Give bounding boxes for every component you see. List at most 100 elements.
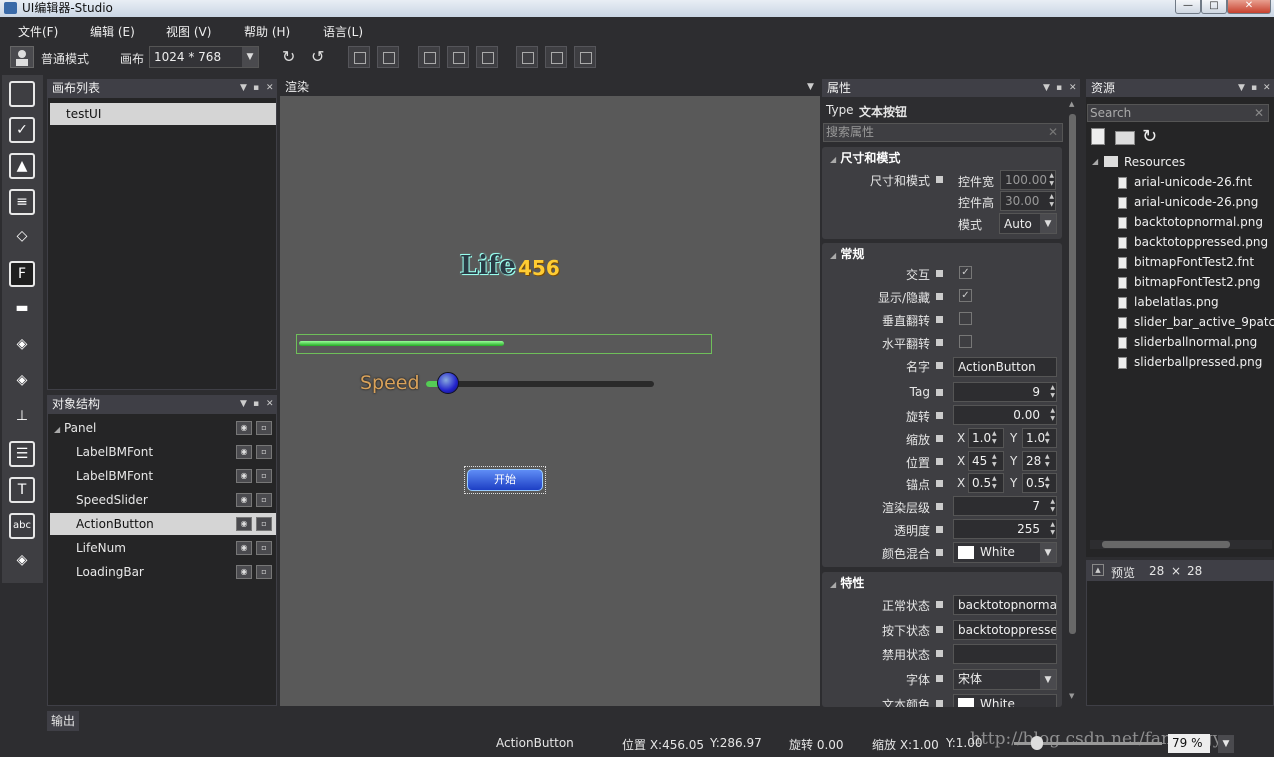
general-group-title[interactable]: ◢ 常规 xyxy=(830,245,864,262)
bmfont-widget-icon[interactable]: F xyxy=(9,261,35,287)
pin-icon[interactable] xyxy=(936,389,943,396)
lock-icon[interactable]: ▫ xyxy=(256,517,272,531)
tag-field[interactable]: 9 ▲ ▼ xyxy=(953,382,1057,402)
feature-group-title[interactable]: ◢ 特性 xyxy=(830,574,864,591)
menu-file[interactable]: 文件(F) xyxy=(18,23,58,40)
collapse-icon[interactable]: ▲ xyxy=(1092,564,1104,576)
action-button[interactable]: 开始 xyxy=(467,469,543,491)
name-field[interactable]: ActionButton xyxy=(953,357,1057,377)
close-window-button[interactable]: ✕ xyxy=(1227,0,1271,14)
close-icon[interactable]: ✕ xyxy=(1263,79,1271,97)
tag-widget-icon[interactable]: ◇ xyxy=(9,225,35,251)
pressed-state-field[interactable]: backtotoppressed xyxy=(953,620,1057,640)
lock-icon[interactable]: ▫ xyxy=(256,445,272,459)
scale-x-field[interactable]: 1.0 ▲ ▼ xyxy=(968,428,1004,448)
lock-icon[interactable]: ▫ xyxy=(256,493,272,507)
pin-icon[interactable] xyxy=(936,293,943,300)
anchor-x-field[interactable]: 0.5 ▲ ▼ xyxy=(968,473,1004,493)
life-label[interactable]: Life xyxy=(460,251,516,281)
visibility-eye-icon[interactable]: ◉ xyxy=(236,565,252,579)
tree-root[interactable]: ◢ Panel ◉ ▫ xyxy=(54,417,274,439)
scrollbar-thumb[interactable] xyxy=(1069,114,1076,634)
visibility-eye-icon[interactable]: ◉ xyxy=(236,445,252,459)
align-hcenter-icon[interactable] xyxy=(545,46,567,68)
tree-item-selected[interactable]: ActionButton ◉ ▫ xyxy=(50,513,276,535)
pin-icon[interactable] xyxy=(936,316,943,323)
panel-menu-icon[interactable]: ▼ xyxy=(1238,79,1245,97)
menu-language[interactable]: 语言(L) xyxy=(323,23,363,40)
pos-y-field[interactable]: 28 ▲ ▼ xyxy=(1022,451,1057,471)
pin-icon[interactable] xyxy=(936,503,943,510)
pageview-widget-icon[interactable]: ◈ xyxy=(9,549,35,575)
blend-color-select[interactable]: White ▼ xyxy=(953,542,1057,563)
refresh-icon[interactable]: ↻ xyxy=(1142,126,1157,147)
speed-slider-track[interactable] xyxy=(426,381,654,387)
pin-icon[interactable] xyxy=(936,700,943,707)
slider-widget-icon[interactable]: ⊥ xyxy=(9,405,35,431)
lock-icon[interactable]: ▫ xyxy=(256,565,272,579)
align-right-icon[interactable] xyxy=(574,46,596,68)
close-icon[interactable]: ✕ xyxy=(266,395,274,413)
pin-icon[interactable] xyxy=(936,458,943,465)
disabled-state-field[interactable] xyxy=(953,644,1057,664)
resource-file[interactable]: sliderballpressed.png xyxy=(1118,355,1262,369)
textfield-widget-icon[interactable]: abc xyxy=(9,513,35,539)
normal-state-field[interactable]: backtotopnormal xyxy=(953,595,1057,615)
pin-icon[interactable] xyxy=(936,601,943,608)
scroll-up-icon[interactable]: ▲ xyxy=(1069,100,1076,110)
pin-icon[interactable] xyxy=(936,626,943,633)
rotate-ccw-icon[interactable]: ↺ xyxy=(311,47,329,66)
chevron-down-icon[interactable]: ▼ xyxy=(1218,735,1234,753)
scroll-down-icon[interactable]: ▼ xyxy=(1069,692,1076,702)
tree-item[interactable]: SpeedSlider ◉ ▫ xyxy=(50,489,276,511)
checkbox-widget-icon[interactable]: ✓ xyxy=(9,117,35,143)
pin-icon[interactable] xyxy=(936,526,943,533)
tree-item[interactable]: LoadingBar ◉ ▫ xyxy=(50,561,276,583)
image-widget-icon[interactable]: ▲ xyxy=(9,153,35,179)
layer-widget-icon[interactable]: ◈ xyxy=(9,333,35,359)
font-select[interactable]: 宋体 ▼ xyxy=(953,669,1057,690)
visibility-eye-icon[interactable]: ◉ xyxy=(236,541,252,555)
pos-x-field[interactable]: 45 ▲ ▼ xyxy=(968,451,1004,471)
pin-icon[interactable]: ▪ xyxy=(253,79,259,97)
pin-icon[interactable]: ▪ xyxy=(1056,79,1062,97)
size-mode-group-title[interactable]: ◢ 尺寸和模式 xyxy=(830,149,900,166)
canvas-size-select[interactable]: 1024 * 768 ▼ xyxy=(149,46,259,68)
scale-y-field[interactable]: 1.0 ▲ ▼ xyxy=(1022,428,1057,448)
action-button-selection[interactable]: 开始 xyxy=(464,466,546,494)
zoom-slider-handle[interactable] xyxy=(1031,736,1043,750)
resource-file[interactable]: slider_bar_active_9patch.png xyxy=(1118,315,1274,329)
visibility-eye-icon[interactable]: ◉ xyxy=(236,517,252,531)
visible-checkbox[interactable]: ✓ xyxy=(959,289,972,302)
loadingbar-widget-icon[interactable]: ▬ xyxy=(9,297,35,323)
rotation-field[interactable]: 0.00 ▲ ▼ xyxy=(953,405,1057,425)
panel-widget-icon[interactable] xyxy=(9,81,35,107)
resource-file[interactable]: backtotopnormal.png xyxy=(1118,215,1263,229)
pin-icon[interactable] xyxy=(936,675,943,682)
panel-menu-icon[interactable]: ▼ xyxy=(1043,79,1050,97)
lock-icon[interactable]: ▫ xyxy=(256,469,272,483)
pin-icon[interactable]: ▪ xyxy=(253,395,259,413)
zoom-select[interactable]: 79 % xyxy=(1168,734,1210,753)
flip-h-checkbox[interactable] xyxy=(959,335,972,348)
panel-menu-icon[interactable]: ▼ xyxy=(807,78,814,96)
expand-arrow-icon[interactable]: ◢ xyxy=(1092,157,1098,166)
pin-icon[interactable] xyxy=(936,176,943,183)
zorder-field[interactable]: 7 ▲ ▼ xyxy=(953,496,1057,516)
pin-icon[interactable] xyxy=(936,480,943,487)
tree-item[interactable]: LifeNum ◉ ▫ xyxy=(50,537,276,559)
panel-menu-icon[interactable]: ▼ xyxy=(240,395,247,413)
visibility-eye-icon[interactable]: ◉ xyxy=(236,469,252,483)
maximize-button[interactable]: □ xyxy=(1201,0,1227,14)
text-color-select[interactable]: White xyxy=(953,694,1057,707)
scrollbar-thumb[interactable] xyxy=(1102,541,1230,548)
pin-icon[interactable] xyxy=(936,549,943,556)
mode-icon[interactable] xyxy=(10,46,34,68)
visibility-eye-icon[interactable]: ◉ xyxy=(236,493,252,507)
resources-folder[interactable]: Resources xyxy=(1124,155,1185,169)
pin-icon[interactable] xyxy=(936,362,943,369)
align-center-icon[interactable] xyxy=(377,46,399,68)
speed-slider-ball[interactable] xyxy=(437,372,459,394)
menu-edit[interactable]: 编辑 (E) xyxy=(90,23,135,40)
pin-icon[interactable] xyxy=(936,435,943,442)
